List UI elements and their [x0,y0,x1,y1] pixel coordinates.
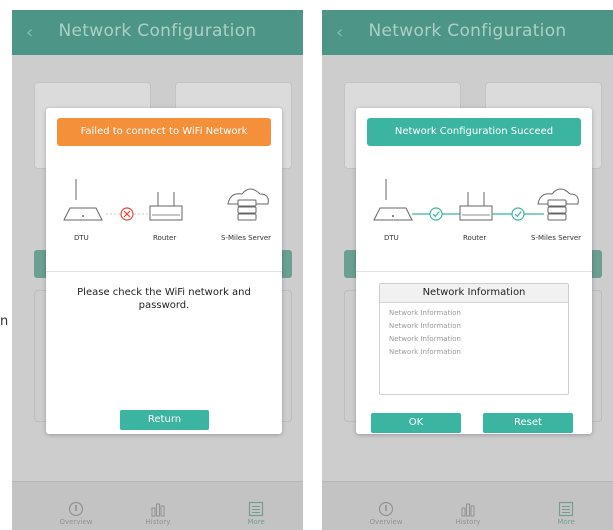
return-button[interactable]: Return [120,410,209,430]
configuration-success-dialog: Network Configuration Succeed DTU Router… [356,108,592,434]
node-label-dtu: DTU [384,234,399,242]
node-label-server: S-Miles Server [221,234,272,242]
divider [46,271,282,272]
node-label-dtu: DTU [74,234,89,242]
phone-screen-failed: ‹ Network Configuration Overview History… [12,10,303,530]
info-line: Network Information [389,348,461,356]
success-banner: Network Configuration Succeed [367,118,581,146]
router-icon [149,192,183,221]
reset-button[interactable]: Reset [483,413,573,433]
info-line: Network Information [389,335,461,343]
ok-button[interactable]: OK [371,413,461,433]
error-x-icon [120,207,134,221]
network-diagram: DTU Router S-Miles Server [46,174,282,242]
info-line: Network Information [389,309,461,317]
node-label-router: Router [153,234,177,242]
cloud-server-icon [537,188,579,221]
network-info-box: Network Information Network Information … [379,283,569,395]
edge-text-fragment: n [0,314,9,329]
dtu-device-icon [373,179,413,221]
divider [356,271,592,272]
dtu-device-icon [63,179,103,221]
phone-screen-success: ‹ Network Configuration Overview History… [322,10,613,530]
router-icon [459,192,493,221]
node-label-router: Router [463,234,487,242]
connection-failed-dialog: Failed to connect to WiFi Network DTU Ro… [46,108,282,434]
error-message: Please check the WiFi network and passwo… [77,287,251,311]
cloud-server-icon [227,188,269,221]
info-title: Network Information [380,284,568,303]
check-circle-icon [511,207,525,221]
info-line: Network Information [389,322,461,330]
node-label-server: S-Miles Server [531,234,582,242]
check-circle-icon [429,207,443,221]
info-list: Network Information Network Information … [380,303,568,359]
error-banner: Failed to connect to WiFi Network [57,118,271,146]
network-diagram: DTU Router S-Miles Server [356,174,592,242]
